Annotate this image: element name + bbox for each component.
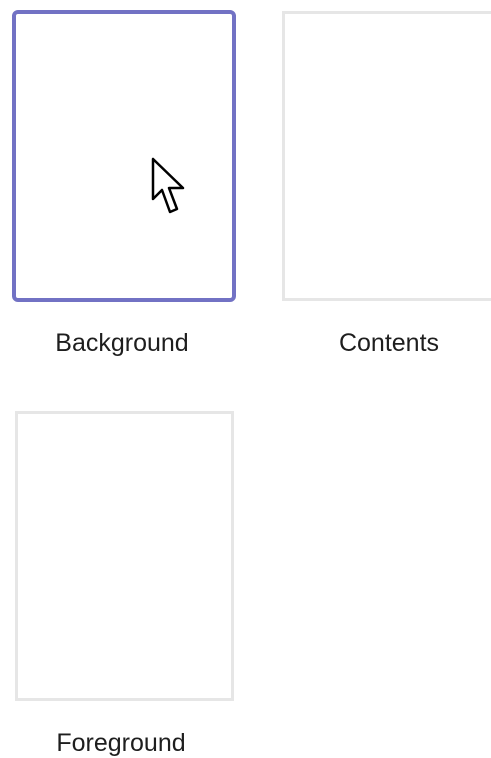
layout-thumbnail-contents[interactable]	[282, 11, 491, 301]
layout-thumbnail-foreground[interactable]	[15, 411, 234, 701]
layout-label-background: Background	[55, 329, 189, 357]
layout-tile-foreground[interactable]: Foreground	[0, 400, 250, 758]
layout-thumbnail-grid: Background Contents Foreground	[0, 0, 491, 758]
layout-label-foreground: Foreground	[56, 729, 186, 757]
layout-thumbnail-background[interactable]	[12, 10, 236, 302]
layout-tile-contents[interactable]: Contents	[260, 0, 491, 370]
layout-label-contents: Contents	[338, 329, 440, 357]
layout-tile-background[interactable]: Background	[0, 0, 250, 370]
